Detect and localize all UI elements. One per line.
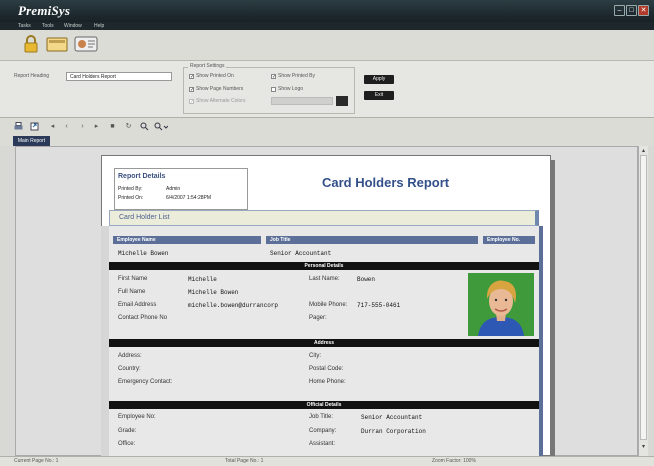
right-rail — [539, 226, 543, 456]
city-label: City: — [309, 353, 321, 359]
settings-group-title: Report Settings — [188, 63, 227, 69]
report-title: Card Holders Report — [322, 175, 450, 190]
zoom-status: Zoom Factor: 100% — [432, 458, 476, 464]
column-employee-name: Employee Name — [113, 236, 261, 244]
address-header: Address — [109, 339, 539, 347]
minimize-button[interactable]: – — [614, 5, 625, 16]
first-name-value: Michelle — [188, 276, 217, 283]
first-page-icon[interactable]: ◂ — [48, 122, 57, 131]
menu-tools[interactable]: Tools — [42, 22, 54, 30]
mobile-value: 717-555-0461 — [357, 302, 401, 309]
printed-on-label: Printed On: — [118, 195, 144, 201]
last-page-icon[interactable]: ▸ — [92, 122, 101, 131]
prev-page-icon[interactable]: ‹ — [62, 122, 71, 131]
menu-window[interactable]: Window — [64, 22, 82, 30]
emergency-contact-label: Emergency Contact: — [118, 379, 173, 385]
card-holder-list-bar — [109, 210, 539, 226]
show-page-numbers-label: Show Page Numbers — [196, 86, 244, 92]
card-holder-list-title: Card Holder List — [119, 214, 170, 221]
title-bar — [0, 0, 654, 22]
office-label: Office: — [118, 441, 136, 447]
next-page-icon[interactable]: › — [78, 122, 87, 131]
color-picker-field[interactable] — [271, 97, 333, 105]
job-title-label: Job Title: — [309, 414, 334, 420]
page-shadow — [551, 160, 555, 456]
left-rail — [101, 226, 109, 456]
card-icon[interactable] — [46, 35, 68, 53]
company-label: Company: — [309, 428, 337, 434]
badge-icon[interactable] — [74, 35, 98, 53]
report-heading-input[interactable]: Card Holders Report — [66, 72, 172, 81]
column-job-title: Job Title — [266, 236, 478, 244]
grade-label: Grade: — [118, 428, 137, 434]
show-alternate-colors-checkbox[interactable]: ✓ — [189, 99, 194, 105]
show-logo-checkbox[interactable] — [271, 87, 276, 92]
employee-no-label: Employee No: — [118, 414, 156, 420]
find-icon[interactable] — [140, 122, 149, 131]
tab-strip — [0, 136, 654, 146]
official-details-header: Official Details — [109, 401, 539, 409]
printed-by-value: Admin — [166, 186, 181, 192]
current-page-status: Current Page No.: 1 — [14, 458, 59, 464]
address-label: Address: — [118, 353, 142, 359]
home-phone-label: Home Phone: — [309, 379, 346, 385]
show-alternate-colors-label: Show Alternate Colors — [196, 98, 246, 104]
print-icon[interactable] — [14, 122, 23, 131]
show-printed-on-checkbox[interactable]: ✓ — [189, 74, 194, 80]
email-value: michelle.bowen@durrancorp — [188, 302, 279, 309]
column-employee-no: Employee No. — [483, 236, 535, 244]
menu-help[interactable]: Help — [94, 22, 104, 30]
show-printed-on-label: Show Printed On — [196, 73, 234, 79]
close-button[interactable]: ✕ — [638, 5, 649, 16]
full-name-label: Full Name — [118, 289, 146, 295]
lock-icon[interactable] — [22, 35, 40, 53]
tab-main-report[interactable]: Main Report — [13, 136, 50, 146]
total-pages-status: Total Page No.: 1 — [225, 458, 264, 464]
full-name-value: Michelle Bowen — [188, 289, 239, 296]
assistant-label: Assistant: — [309, 441, 336, 447]
color-picker-button[interactable] — [336, 96, 348, 106]
export-icon[interactable] — [30, 122, 39, 131]
menu-tasks[interactable]: Tasks — [18, 22, 31, 30]
maximize-button[interactable]: □ — [626, 5, 637, 16]
last-name-value: Bowen — [357, 276, 376, 283]
first-name-label: First Name — [118, 276, 148, 282]
country-label: Country: — [118, 366, 141, 372]
apply-button[interactable]: Apply — [364, 75, 394, 84]
mobile-label: Mobile Phone: — [309, 302, 348, 308]
app-logo: PremiSys — [18, 3, 71, 18]
show-logo-label: Show Logo — [278, 86, 304, 92]
show-printed-by-label: Show Printed By — [278, 73, 315, 79]
exit-button[interactable]: Exit — [364, 91, 394, 100]
show-printed-by-checkbox[interactable]: ✓ — [271, 74, 276, 80]
personal-details-header: Personal Details — [109, 262, 539, 270]
vertical-scrollbar[interactable]: ▴ ▾ — [638, 146, 648, 456]
postal-code-label: Postal Code: — [309, 366, 344, 372]
last-name-label: Last Name: — [309, 276, 340, 282]
printed-on-value: 6/4/2007 1:54:28PM — [166, 195, 212, 201]
toolbar — [0, 30, 654, 61]
company-value: Durran Corporation — [361, 428, 426, 435]
row-job-title: Senior Accountant — [270, 250, 332, 257]
employee-photo — [468, 273, 534, 336]
row-employee-name: Michelle Bowen — [118, 250, 169, 257]
printed-by-label: Printed By: — [118, 186, 143, 192]
stop-icon[interactable]: ■ — [108, 122, 117, 131]
report-details-title: Report Details — [118, 173, 166, 180]
show-page-numbers-checkbox[interactable]: ✓ — [189, 87, 194, 93]
job-title-value: Senior Accountant — [361, 414, 423, 421]
zoom-icon[interactable] — [154, 122, 169, 131]
contact-phone-label: Contact Phone No — [118, 315, 168, 321]
pager-label: Pager: — [309, 315, 327, 321]
report-heading-label: Report Heading — [14, 73, 50, 79]
email-label: Email Address — [118, 302, 157, 308]
refresh-icon[interactable]: ↻ — [124, 122, 133, 131]
